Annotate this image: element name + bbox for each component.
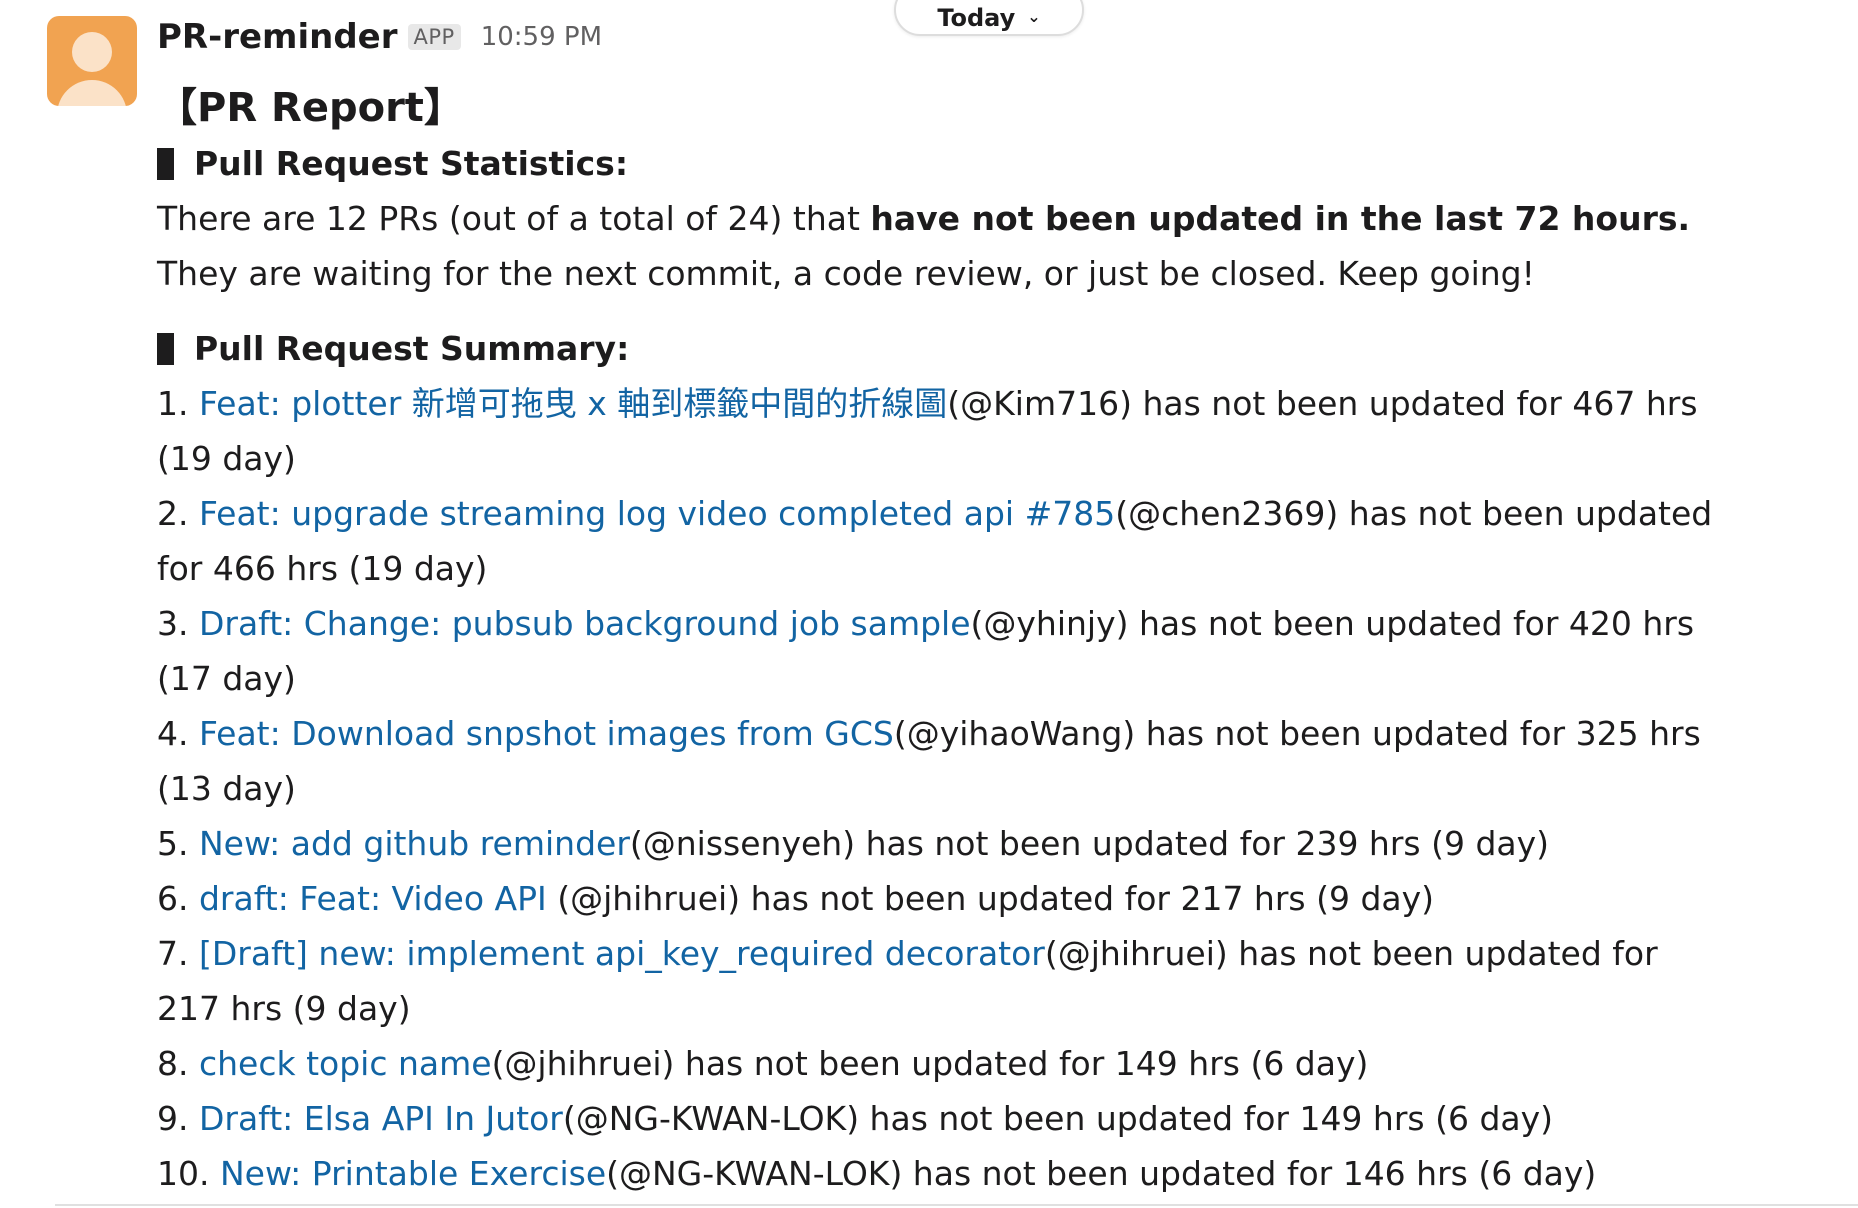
pr-number: 5. (157, 824, 199, 863)
pr-link[interactable]: Draft: Change: pubsub background job sam… (199, 604, 971, 643)
statistics-heading-text: Pull Request Statistics: (194, 144, 629, 183)
statistics-line-1-text: There are 12 PRs (out of a total of 24) … (157, 199, 871, 238)
pr-list: 1. Feat: plotter 新增可拖曳 x 軸到標籤中間的折線圖(@Kim… (157, 376, 1717, 1201)
bullet-bar-icon (157, 332, 174, 365)
pr-list-item: 3. Draft: Change: pubsub background job … (157, 596, 1717, 706)
statistics-line-2: They are waiting for the next commit, a … (157, 254, 1535, 293)
pr-link[interactable]: Feat: Download snpshot images from GCS (199, 714, 894, 753)
statistics-line-1: There are 12 PRs (out of a total of 24) … (157, 191, 1717, 246)
pr-number: 6. (157, 879, 199, 918)
pr-number: 3. (157, 604, 199, 643)
pr-list-item: 10. New: Printable Exercise(@NG-KWAN-LOK… (157, 1146, 1717, 1201)
pr-link[interactable]: draft: Feat: Video API (199, 879, 557, 918)
pr-number: 7. (157, 934, 199, 973)
pr-link[interactable]: New: add github reminder (199, 824, 630, 863)
pr-list-item: 6. draft: Feat: Video API (@jhihruei) ha… (157, 871, 1717, 926)
pr-number: 9. (157, 1099, 199, 1138)
statistics-line-1-bold: have not been updated in the last 72 hou… (870, 199, 1691, 238)
pr-link[interactable]: [Draft] new: implement api_key_required … (199, 934, 1045, 973)
summary-section: Pull Request Summary: 1. Feat: plotter 新… (157, 321, 1717, 1201)
pr-status-text: (@NG-KWAN-LOK) has not been updated for … (606, 1154, 1597, 1193)
message-timestamp[interactable]: 10:59 PM (481, 22, 602, 52)
pr-status-text: (@nissenyeh) has not been updated for 23… (629, 824, 1550, 863)
pr-number: 2. (157, 494, 199, 533)
pr-number: 10. (157, 1154, 220, 1193)
pr-list-item: 5. New: add github reminder(@nissenyeh) … (157, 816, 1717, 871)
pr-list-item: 4. Feat: Download snpshot images from GC… (157, 706, 1717, 816)
pr-list-item: 9. Draft: Elsa API In Jutor(@NG-KWAN-LOK… (157, 1091, 1717, 1146)
pr-number: 8. (157, 1044, 199, 1083)
pr-number: 1. (157, 384, 199, 423)
pr-link[interactable]: Draft: Elsa API In Jutor (199, 1099, 563, 1138)
summary-heading-text: Pull Request Summary: (194, 329, 630, 368)
pr-link[interactable]: check topic name (199, 1044, 492, 1083)
message: PR-reminder APP 10:59 PM 【PR Report】 Pul… (157, 10, 1717, 1201)
pr-link[interactable]: Feat: upgrade streaming log video comple… (199, 494, 1115, 533)
pr-list-item: 2. Feat: upgrade streaming log video com… (157, 486, 1717, 596)
report-title: 【PR Report】 (157, 85, 464, 131)
pr-status-text: (@NG-KWAN-LOK) has not been updated for … (562, 1099, 1554, 1138)
summary-heading: Pull Request Summary: (157, 321, 1717, 376)
statistics-section: Pull Request Statistics: There are 12 PR… (157, 136, 1717, 301)
avatar-head-shape (72, 32, 112, 72)
statistics-heading: Pull Request Statistics: (157, 136, 1717, 191)
avatar[interactable] (47, 16, 137, 106)
pr-list-item: 7. [Draft] new: implement api_key_requir… (157, 926, 1717, 1036)
message-header: PR-reminder APP 10:59 PM (157, 10, 1717, 64)
pr-link[interactable]: New: Printable Exercise (220, 1154, 606, 1193)
app-badge: APP (407, 24, 461, 50)
pr-status-text: (@jhihruei) has not been updated for 217… (557, 879, 1435, 918)
avatar-body-shape (57, 80, 127, 106)
sender-name[interactable]: PR-reminder (157, 17, 398, 57)
pr-status-text: (@jhihruei) has not been updated for 149… (491, 1044, 1369, 1083)
bottom-divider (55, 1204, 1858, 1206)
pr-list-item: 8. check topic name(@jhihruei) has not b… (157, 1036, 1717, 1091)
bullet-bar-icon (157, 147, 174, 180)
pr-number: 4. (157, 714, 199, 753)
pr-list-item: 1. Feat: plotter 新增可拖曳 x 軸到標籤中間的折線圖(@Kim… (157, 376, 1717, 486)
pr-link[interactable]: Feat: plotter 新增可拖曳 x 軸到標籤中間的折線圖 (199, 384, 947, 423)
